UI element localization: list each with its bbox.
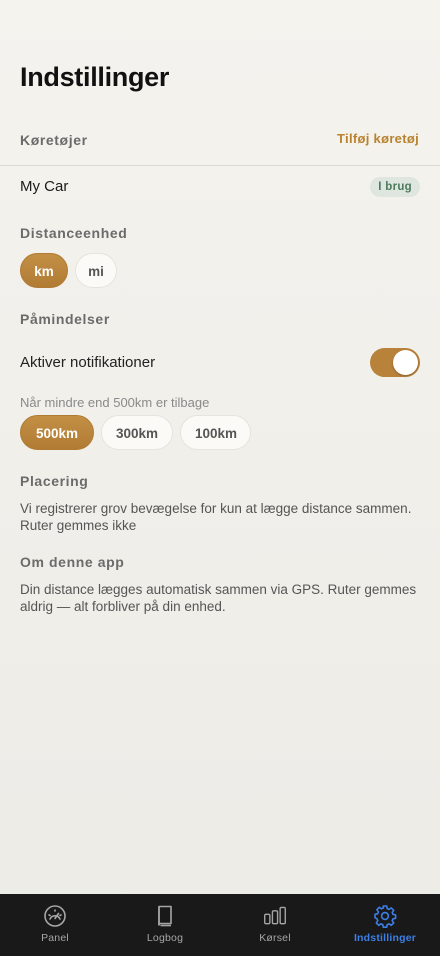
section-title-reminders: Påmindelser (20, 311, 110, 327)
unit-km-button[interactable]: km (20, 253, 68, 288)
tab-korsel[interactable]: Kørsel (220, 894, 330, 956)
distance-unit-selector: km mi (20, 253, 117, 288)
notifications-label: Aktiver notifikationer (20, 354, 156, 371)
tab-label-korsel: Kørsel (259, 932, 291, 944)
book-icon (158, 905, 172, 927)
tab-label-indstillinger: Indstillinger (353, 932, 417, 944)
vehicle-name[interactable]: My Car (20, 178, 68, 195)
tab-logbog[interactable]: Logbog (110, 894, 220, 956)
gauge-icon (44, 905, 66, 927)
divider (0, 165, 440, 166)
threshold-100km-button[interactable]: 100km (180, 415, 251, 450)
section-title-vehicles: Køretøjer (20, 132, 88, 148)
tab-panel[interactable]: Panel (0, 894, 110, 956)
toggle-knob (393, 350, 418, 375)
bar-chart-icon (264, 906, 286, 925)
notifications-toggle[interactable] (370, 348, 420, 377)
add-vehicle-link[interactable]: Tilføj køretøj (337, 131, 419, 146)
about-description: Din distance lægges automatisk sammen vi… (20, 582, 417, 614)
section-title-distance-unit: Distanceenhed (20, 225, 128, 241)
status-badge: I brug (370, 177, 420, 197)
page-title: Indstillinger (20, 62, 170, 92)
tab-label-panel: Panel (41, 932, 69, 944)
threshold-300km-button[interactable]: 300km (101, 415, 173, 450)
location-description: Vi registrerer grov bevægelse for kun at… (20, 501, 412, 533)
tab-label-logbog: Logbog (146, 932, 184, 944)
reminder-threshold-selector: 500km 300km 100km (20, 415, 251, 450)
unit-mi-button[interactable]: mi (75, 253, 117, 288)
tab-bar: Panel Logbog Kørsel Indstillinger (0, 894, 440, 956)
tab-indstillinger[interactable]: Indstillinger (330, 894, 440, 956)
section-title-location: Placering (20, 473, 89, 489)
reminder-threshold-label: Når mindre end 500km er tilbage (20, 395, 210, 410)
section-title-about: Om denne app (20, 554, 125, 570)
threshold-500km-button[interactable]: 500km (20, 415, 94, 450)
gear-icon (374, 905, 397, 928)
